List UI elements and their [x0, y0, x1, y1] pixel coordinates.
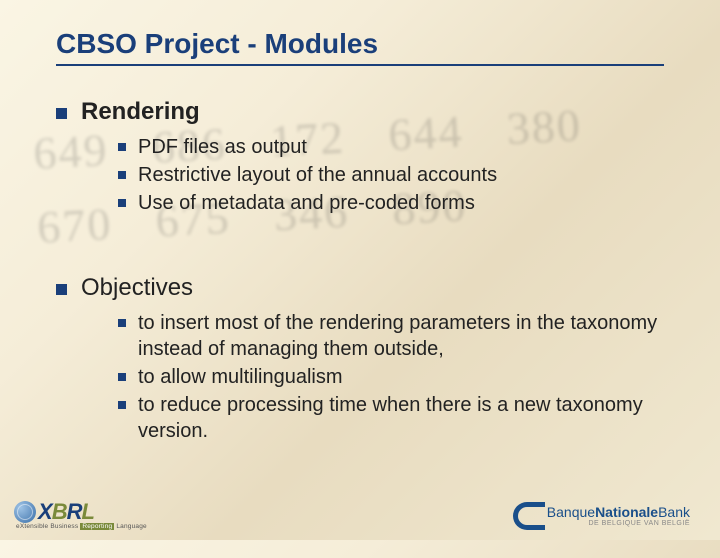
list-item: to allow multilingualism	[118, 364, 664, 390]
list-item-text: PDF files as output	[138, 134, 307, 160]
xbrl-wordmark: XBRL	[38, 499, 94, 525]
bnb-name: BanqueNationaleBank	[547, 505, 690, 519]
list-item-text: to insert most of the rendering paramete…	[138, 310, 664, 362]
globe-icon	[14, 501, 36, 523]
arc-icon	[513, 502, 545, 530]
slide-content: CBSO Project - Modules Rendering PDF fil…	[0, 0, 720, 444]
sub-list-objectives: to insert most of the rendering paramete…	[118, 310, 664, 444]
section-title: Objectives	[81, 274, 193, 302]
square-bullet-icon	[56, 108, 67, 119]
square-bullet-icon	[56, 284, 67, 295]
list-item-text: Restrictive layout of the annual account…	[138, 162, 497, 188]
bnb-logo: BanqueNationaleBank DE BELGIQUE VAN BELG…	[513, 502, 690, 530]
square-bullet-icon	[118, 171, 126, 179]
square-bullet-icon	[118, 401, 126, 409]
bnb-subtitle: DE BELGIQUE VAN BELGIË	[547, 520, 690, 527]
list-item: to reduce processing time when there is …	[118, 392, 664, 444]
slide-title: CBSO Project - Modules	[56, 28, 664, 66]
list-item-text: to reduce processing time when there is …	[138, 392, 664, 444]
square-bullet-icon	[118, 319, 126, 327]
list-item: PDF files as output	[118, 134, 664, 160]
list-item-text: Use of metadata and pre-coded forms	[138, 190, 475, 216]
square-bullet-icon	[118, 143, 126, 151]
list-item-text: to allow multilingualism	[138, 364, 343, 390]
square-bullet-icon	[118, 199, 126, 207]
list-item: to insert most of the rendering paramete…	[118, 310, 664, 362]
section-head-rendering: Rendering	[56, 98, 664, 126]
xbrl-tagline: eXtensible Business Reporting Language	[14, 523, 147, 530]
footer: XBRL eXtensible Business Reporting Langu…	[0, 499, 720, 530]
section-head-objectives: Objectives	[56, 274, 664, 302]
xbrl-logo: XBRL eXtensible Business Reporting Langu…	[14, 499, 147, 530]
list-item: Use of metadata and pre-coded forms	[118, 190, 664, 216]
section-title: Rendering	[81, 98, 200, 126]
square-bullet-icon	[118, 373, 126, 381]
list-item: Restrictive layout of the annual account…	[118, 162, 664, 188]
sub-list-rendering: PDF files as output Restrictive layout o…	[118, 134, 664, 216]
